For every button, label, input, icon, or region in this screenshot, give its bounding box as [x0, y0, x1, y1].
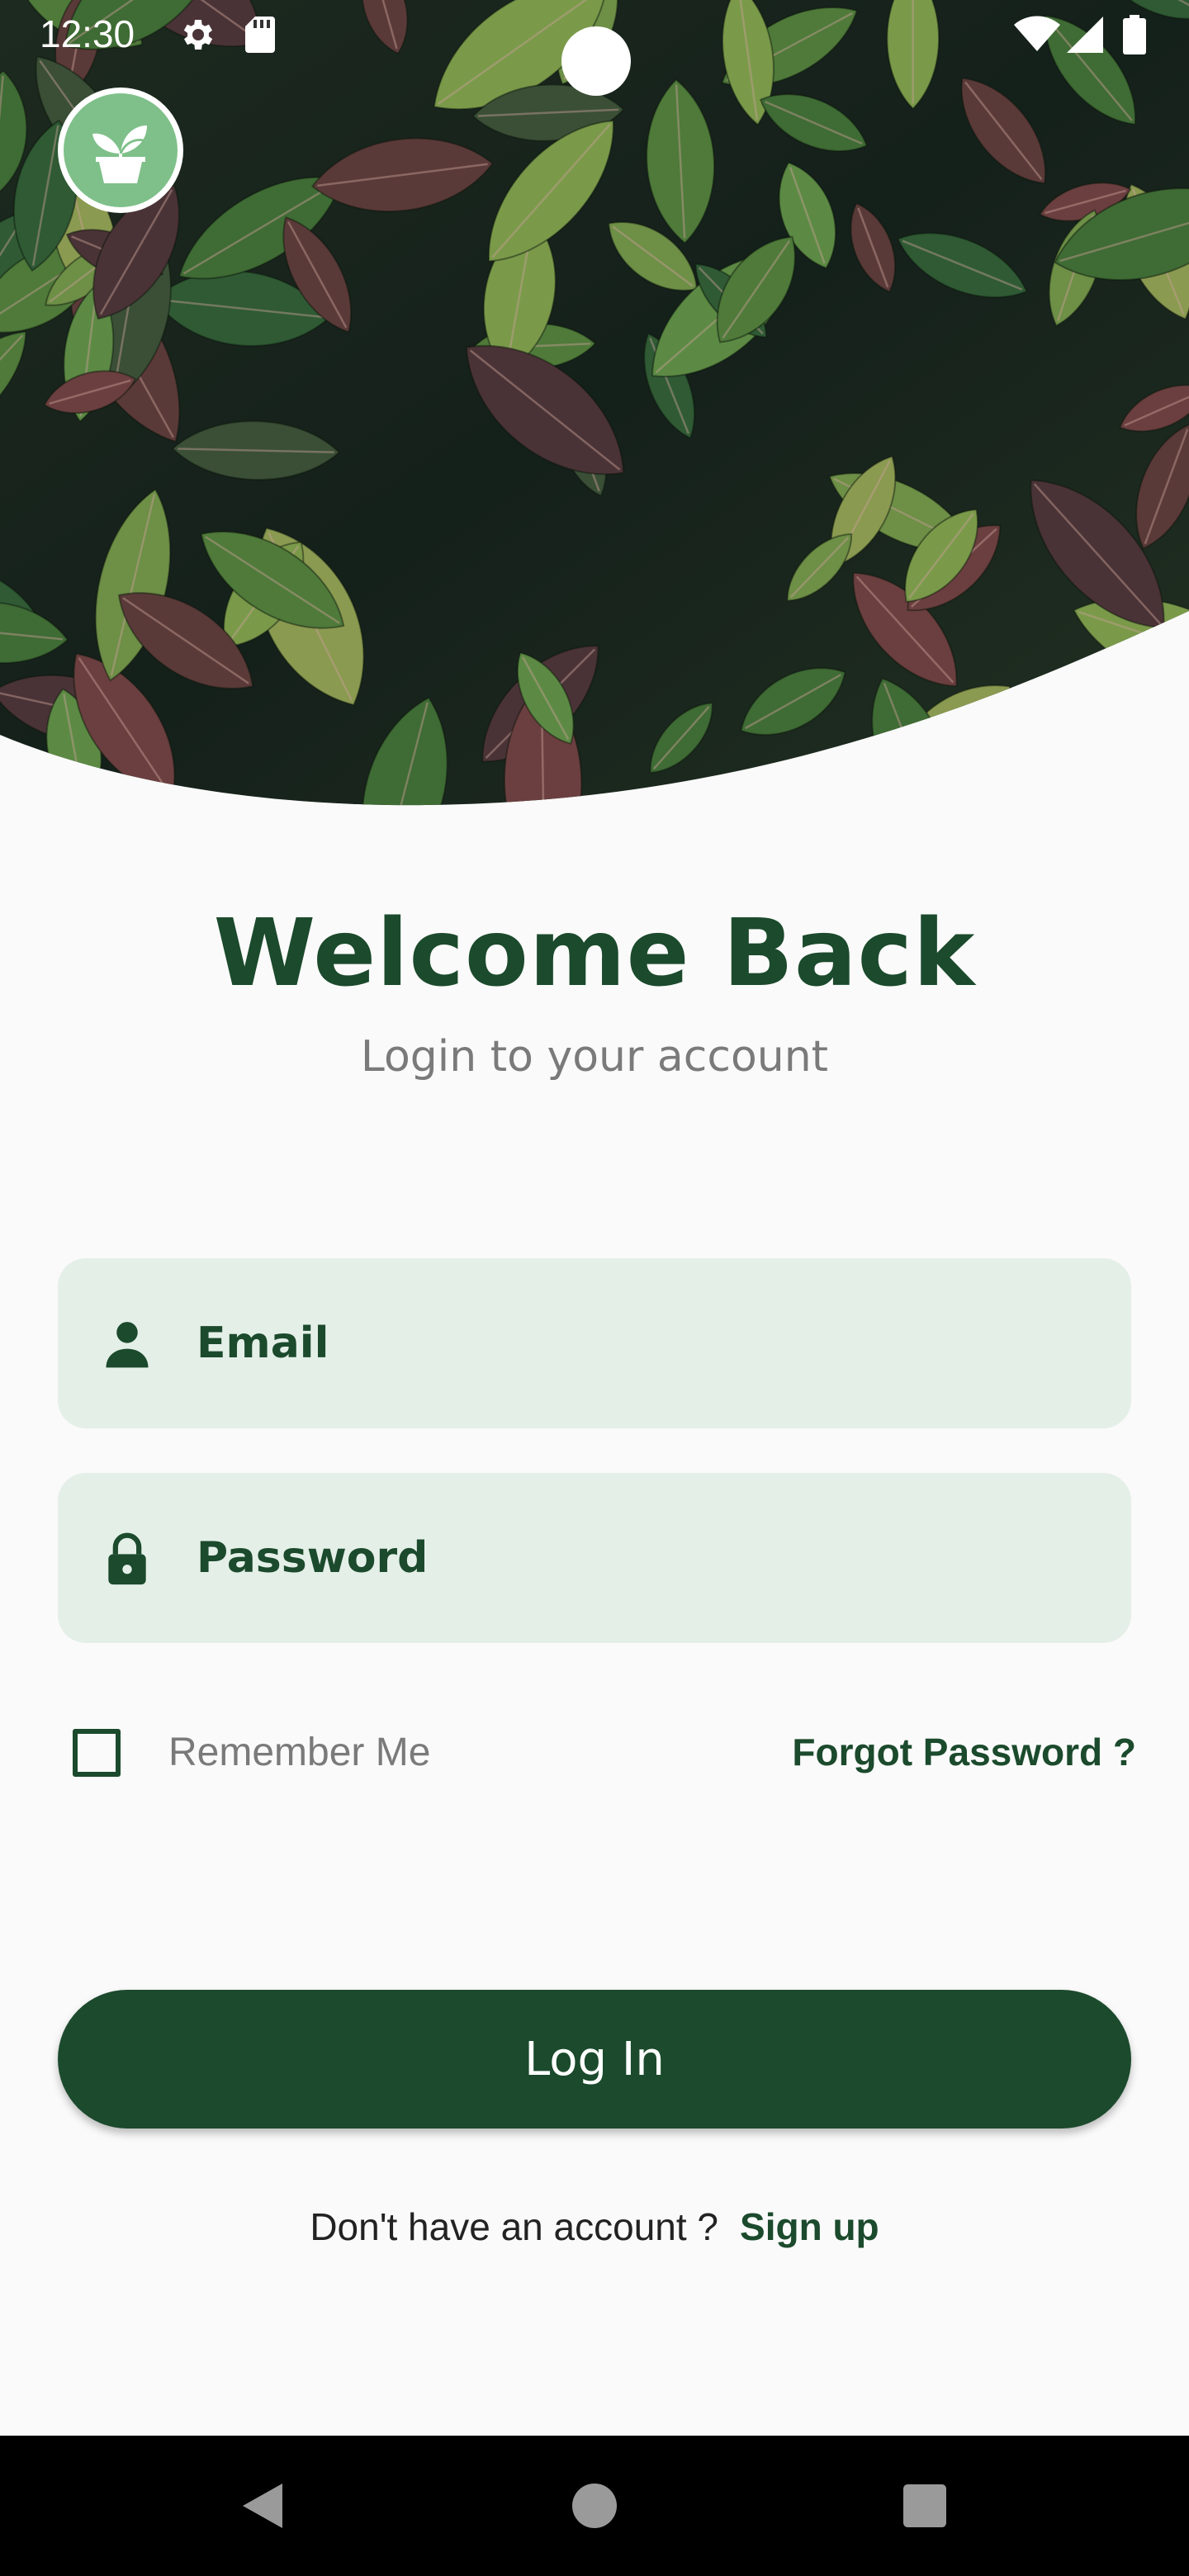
email-field[interactable]: [58, 1258, 1131, 1428]
signup-prompt: Don't have an account ?: [310, 2205, 719, 2248]
password-field[interactable]: [58, 1473, 1131, 1643]
forgot-password-link[interactable]: Forgot Password ?: [792, 1730, 1136, 1774]
page-subtitle: Login to your account: [360, 1032, 829, 1082]
hero-leaves-image: [0, 0, 1189, 809]
back-icon[interactable]: [213, 2436, 312, 2576]
plant-pot-icon: [64, 93, 178, 207]
password-input[interactable]: [197, 1473, 1088, 1643]
signup-row: Don't have an account ? Sign up: [0, 2204, 1189, 2249]
home-icon[interactable]: [545, 2436, 644, 2576]
camera-cutout: [561, 26, 631, 96]
remember-me-checkbox[interactable]: [73, 1729, 121, 1777]
signal-icon: [1065, 15, 1105, 59]
lock-icon: [99, 1531, 155, 1591]
system-nav-bar: [0, 2436, 1189, 2576]
settings-icon: [177, 15, 216, 59]
person-icon: [99, 1316, 155, 1376]
remember-me-label[interactable]: Remember Me: [168, 1730, 430, 1775]
sd-card-icon: [243, 15, 277, 59]
app-logo: [58, 88, 183, 213]
email-input[interactable]: [197, 1258, 1088, 1428]
battery-icon: [1123, 15, 1146, 59]
wifi-icon: [1014, 15, 1060, 59]
page-title: Welcome Back: [213, 900, 976, 1007]
status-time: 12:30: [40, 12, 135, 55]
login-button[interactable]: Log In: [58, 1990, 1131, 2129]
signup-link[interactable]: Sign up: [740, 2205, 879, 2248]
recents-icon[interactable]: [875, 2436, 974, 2576]
